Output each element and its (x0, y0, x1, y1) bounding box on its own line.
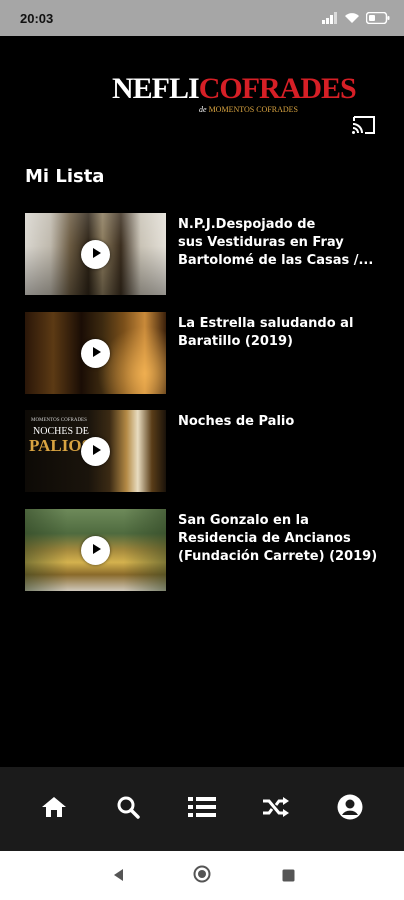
list-item[interactable]: San Gonzalo en la Residencia de Ancianos… (0, 509, 404, 593)
video-thumbnail[interactable] (25, 213, 166, 295)
back-icon (112, 867, 124, 886)
logo-sub-prefix: de (199, 105, 207, 114)
signal-icon (322, 12, 338, 24)
logo-subtitle: de MOMENTOS COFRADES (199, 105, 298, 114)
section-title: Mi Lista (25, 166, 105, 187)
thumb-caption-top: MOMENTOS COFRADES (31, 418, 87, 423)
play-button[interactable] (81, 240, 110, 269)
status-time: 20:03 (20, 10, 54, 26)
cast-icon (351, 115, 377, 139)
wifi-icon (344, 12, 360, 24)
video-title[interactable]: N.P.J.Despojado de sus Vestiduras en Fra… (178, 216, 388, 270)
play-icon (89, 245, 103, 264)
system-back-button[interactable] (110, 868, 126, 884)
play-icon (89, 541, 103, 560)
logo-part-2: COFRADES (198, 72, 357, 105)
video-thumbnail[interactable] (25, 509, 166, 591)
logo-sub-brand: MOMENTOS COFRADES (208, 105, 298, 114)
nav-home-button[interactable] (40, 796, 68, 822)
play-icon (89, 442, 103, 461)
play-button[interactable] (81, 536, 110, 565)
status-icons (322, 12, 390, 24)
system-recents-button[interactable] (280, 868, 296, 884)
list-item[interactable]: La Estrella saludando al Baratillo (2019… (0, 312, 404, 396)
video-title[interactable]: La Estrella saludando al Baratillo (2019… (178, 315, 388, 351)
cast-button[interactable] (350, 115, 378, 139)
home-icon (41, 796, 67, 822)
logo-title: NEFLICOFRADES (112, 72, 357, 105)
recents-icon (282, 867, 295, 886)
status-bar: 20:03 (0, 0, 404, 36)
logo: NEFLICOFRADES de MOMENTOS COFRADES (112, 72, 357, 115)
logo-part-1: NEFLI (112, 72, 200, 105)
video-title[interactable]: San Gonzalo en la Residencia de Ancianos… (178, 512, 388, 566)
video-thumbnail[interactable] (25, 312, 166, 394)
nav-profile-button[interactable] (336, 794, 364, 824)
list-icon (188, 796, 216, 822)
home-circle-icon (193, 865, 211, 887)
profile-icon (337, 794, 363, 824)
system-home-button[interactable] (193, 865, 211, 887)
system-nav (0, 851, 404, 900)
app-header: NEFLICOFRADES de MOMENTOS COFRADES (0, 36, 404, 148)
shuffle-icon (262, 796, 290, 822)
video-title[interactable]: Noches de Palio (178, 413, 388, 431)
play-icon (89, 344, 103, 363)
nav-list-button[interactable] (188, 796, 216, 822)
list-item[interactable]: MOMENTOS COFRADES NOCHES DE PALIOS Noche… (0, 410, 404, 494)
search-icon (116, 795, 140, 823)
bottom-nav (0, 767, 404, 851)
nav-shuffle-button[interactable] (262, 796, 290, 822)
nav-search-button[interactable] (114, 796, 142, 822)
video-thumbnail[interactable]: MOMENTOS COFRADES NOCHES DE PALIOS (25, 410, 166, 492)
list-item[interactable]: N.P.J.Despojado de sus Vestiduras en Fra… (0, 213, 404, 297)
battery-icon (366, 12, 390, 24)
play-button[interactable] (81, 339, 110, 368)
play-button[interactable] (81, 437, 110, 466)
